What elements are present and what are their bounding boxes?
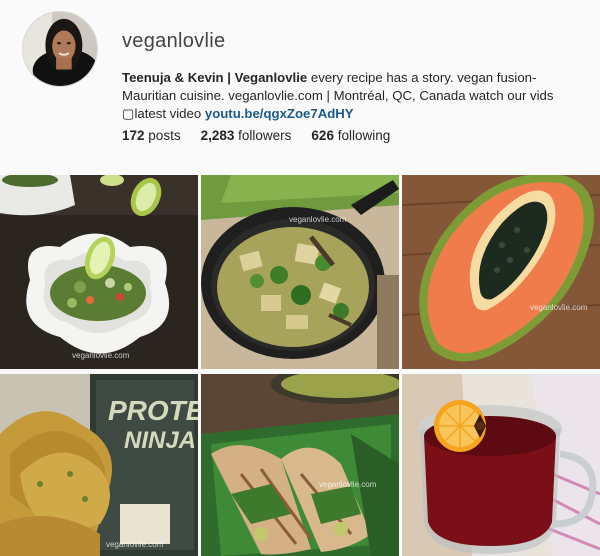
stat-posts[interactable]: 172 posts (122, 128, 181, 143)
post-watermark: veganlovlie.com (289, 215, 347, 224)
post-photo-wraps (201, 374, 399, 556)
profile-username: veganlovlie (122, 30, 226, 52)
following-label: following (337, 128, 391, 143)
post-watermark: veganlovlie.com (106, 540, 164, 549)
posts-count: 172 (122, 128, 145, 143)
book-title-line1: PROTEIN (108, 395, 198, 426)
bio-emoji-icon: ▢ (122, 106, 135, 121)
post-photo-papaya (402, 175, 600, 369)
post-watermark: veganlovlie.com (72, 351, 130, 360)
post-tile[interactable]: veganlovlie.com (201, 175, 399, 369)
book-title-line2: NINJA (124, 427, 196, 454)
profile-display-name: Teenuja & Kevin | Veganlovlie (122, 70, 308, 85)
bio-link[interactable]: youtu.be/qgxZoe7AdHY (205, 106, 354, 121)
post-tile[interactable]: veganlovlie.com (0, 175, 198, 369)
avatar-photo (23, 12, 97, 86)
post-grid: veganlovlie.com veganlovlie.com veganlov… (0, 172, 600, 556)
post-photo-scones: PROTEIN NINJA (0, 374, 198, 556)
profile-header: veganlovlie Teenuja & Kevin | Veganlovli… (0, 0, 600, 170)
followers-count: 2,283 (200, 128, 235, 143)
post-tile[interactable]: veganlovlie.com (402, 175, 600, 369)
stat-following[interactable]: 626 following (311, 128, 390, 143)
posts-label: posts (148, 128, 181, 143)
profile-avatar[interactable] (22, 11, 98, 87)
profile-bio: Teenuja & Kevin | Veganlovlie every reci… (122, 69, 590, 123)
profile-stats: 172 posts 2,283 followers 626 following (122, 128, 390, 143)
following-count: 626 (311, 128, 334, 143)
post-photo-curry (201, 175, 399, 369)
post-watermark: veganlovlie.com (530, 303, 588, 312)
followers-label: followers (238, 128, 292, 143)
post-tile[interactable]: veganlovlie.com (201, 374, 399, 556)
post-photo-salad (0, 175, 198, 369)
post-watermark: veganlovlie.com (319, 480, 377, 489)
post-tile[interactable] (402, 374, 600, 556)
stat-followers[interactable]: 2,283 followers (201, 128, 292, 143)
bio-tail: latest video (134, 106, 202, 121)
post-tile[interactable]: PROTEIN NINJA veganlovlie.com (0, 374, 198, 556)
post-photo-tea (402, 374, 600, 556)
